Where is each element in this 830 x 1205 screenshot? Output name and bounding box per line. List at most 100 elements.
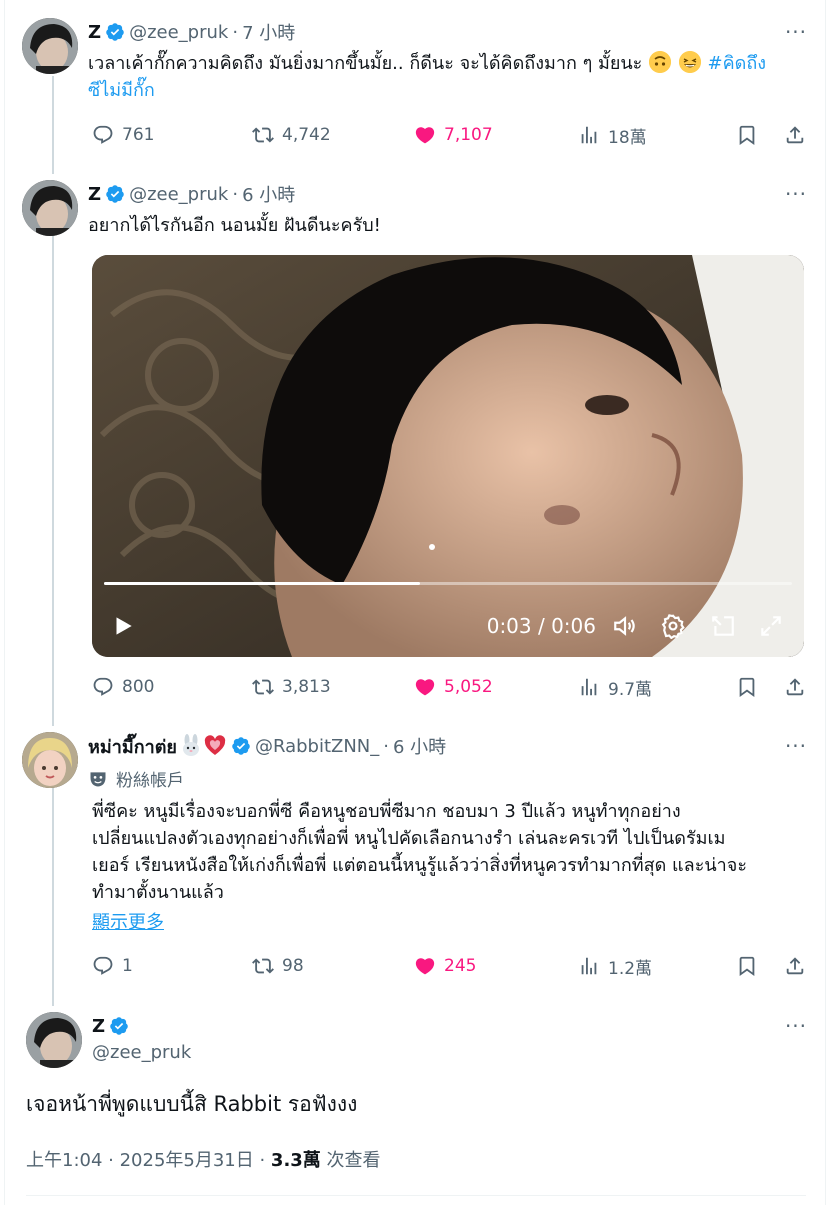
heart-icon <box>415 958 435 975</box>
heart-icon <box>415 127 435 144</box>
analytics-icon <box>581 126 597 144</box>
like-button[interactable]: 5,052 <box>414 676 493 698</box>
retweet-count: 4,742 <box>282 125 331 145</box>
volume-icon[interactable] <box>612 613 638 639</box>
show-more-link[interactable]: 顯示更多 <box>92 908 164 934</box>
analytics-icon <box>581 957 597 975</box>
timestamp[interactable]: 6 小時 <box>393 733 446 759</box>
display-name[interactable]: Z <box>88 184 101 205</box>
views-button[interactable]: 9.7萬 <box>578 675 652 700</box>
verified-badge-icon <box>232 737 250 755</box>
tweet-text-line: ทำมาตั้งนานแล้ว <box>92 882 224 903</box>
fan-account-badge: 粉絲帳戶 <box>88 766 184 791</box>
views-count: 9.7萬 <box>608 679 653 700</box>
verified-badge-icon <box>110 1017 128 1035</box>
tweet-text-line: เปลี่ยนแปลงตัวเองทุกอย่างก็เพื่อพี่ หนูไ… <box>92 828 726 849</box>
separator: · <box>383 735 389 757</box>
reply-count: 761 <box>122 125 155 145</box>
upside-down-face-icon <box>649 51 672 73</box>
bookmark-icon[interactable] <box>736 955 758 977</box>
views-button[interactable]: 1.2萬 <box>578 954 652 979</box>
more-icon[interactable]: ··· <box>784 734 808 758</box>
bookmark-icon[interactable] <box>736 676 758 698</box>
play-icon[interactable] <box>110 613 136 639</box>
divider <box>26 1195 806 1196</box>
separator: · <box>232 21 239 43</box>
hashtag-link[interactable]: ซีไม่มีกั๊ก <box>88 80 155 101</box>
display-name[interactable]: หม่ามี๊กาต่ย <box>88 732 177 761</box>
video-time: 0:03 / 0:06 <box>486 614 596 638</box>
like-button[interactable]: 245 <box>414 955 476 977</box>
avatar[interactable] <box>22 732 78 788</box>
analytics-icon <box>581 678 597 696</box>
hashtag-link[interactable]: #คิดถึง <box>708 53 767 74</box>
retweet-icon <box>252 679 274 695</box>
timestamp[interactable]: 7 小時 <box>242 19 295 45</box>
views-label: 次查看 <box>320 1150 381 1171</box>
tweet-actions: 1 98 245 1.2萬 <box>88 951 806 981</box>
reply-icon <box>93 125 113 144</box>
timestamp[interactable]: 上午1:04 · 2025年5月31日 · <box>26 1150 271 1171</box>
retweet-icon <box>252 127 274 143</box>
reply-icon <box>93 956 113 975</box>
avatar[interactable] <box>22 180 78 236</box>
like-count: 245 <box>444 956 477 976</box>
video-controls: 0:03 / 0:06 <box>92 595 804 657</box>
share-icon[interactable] <box>784 124 806 146</box>
views-button[interactable]: 18萬 <box>578 123 647 148</box>
views-count: 18萬 <box>608 127 647 148</box>
reply-button[interactable]: 761 <box>92 124 154 146</box>
pip-icon[interactable] <box>710 613 736 639</box>
reply-button[interactable]: 1 <box>92 955 133 977</box>
retweet-count: 3,813 <box>282 677 331 697</box>
verified-badge-icon <box>106 23 124 41</box>
retweet-icon <box>252 958 274 974</box>
tweet-text: พี่ซีคะ หนูมีเรื่องจะบอกพี่ซี คือหนูชอบพ… <box>92 798 804 906</box>
retweet-button[interactable]: 3,813 <box>252 676 331 698</box>
tweet-actions: 800 3,813 5,052 9.7萬 <box>88 672 806 702</box>
tweet-actions: 761 4,742 7,107 18萬 <box>88 120 806 150</box>
share-icon[interactable] <box>784 676 806 698</box>
retweet-button[interactable]: 4,742 <box>252 124 331 146</box>
like-count: 7,107 <box>444 125 493 145</box>
thread-line <box>52 788 54 1006</box>
handle[interactable]: @zee_pruk <box>129 22 228 43</box>
views-count: 3.3萬 <box>270 1150 321 1171</box>
more-icon[interactable]: ··· <box>784 20 808 44</box>
display-name[interactable]: Z <box>88 22 101 43</box>
retweet-button[interactable]: 98 <box>252 955 304 977</box>
like-button[interactable]: 7,107 <box>414 124 493 146</box>
share-icon[interactable] <box>784 955 806 977</box>
thread-line <box>52 76 54 174</box>
more-icon[interactable]: ··· <box>784 1014 808 1038</box>
video-player[interactable]: 0:03 / 0:06 <box>92 255 804 657</box>
tweet-metadata: 上午1:04 · 2025年5月31日 · 3.3萬 次查看 <box>26 1146 381 1172</box>
avatar[interactable] <box>22 18 78 74</box>
fullscreen-icon[interactable] <box>758 613 784 639</box>
bookmark-icon[interactable] <box>736 124 758 146</box>
tweet-text: เจอหน้าพี่พูดแบบนี้สิ Rabbit รอฟังงง <box>26 1092 358 1116</box>
tweet-text: อยากได้ไรกันอีก นอนมั้ย ฝันดีนะครับ! <box>88 215 381 236</box>
more-icon[interactable]: ··· <box>784 182 808 206</box>
tweet-text: เวลาเค้ากั๊กความคิดถึง มันยิ่งมากขึ้นมั้… <box>88 50 808 104</box>
mask-icon <box>90 771 106 786</box>
handle[interactable]: @zee_pruk <box>92 1042 191 1063</box>
handle[interactable]: @zee_pruk <box>129 184 228 205</box>
video-progress-bar[interactable] <box>104 582 792 585</box>
growing-heart-icon <box>203 734 227 758</box>
like-count: 5,052 <box>444 677 493 697</box>
verified-badge-icon <box>106 185 124 203</box>
timestamp[interactable]: 6 小時 <box>242 181 295 207</box>
reply-button[interactable]: 800 <box>92 676 154 698</box>
tweet-text-line: เยอร์ เรียนหนังสือให้เก่งก็เพื่อพี่ แต่ต… <box>92 855 747 876</box>
display-name[interactable]: Z <box>92 1016 105 1037</box>
avatar[interactable] <box>26 1012 82 1068</box>
video-progress-fill <box>104 582 421 585</box>
views-count: 1.2萬 <box>608 958 653 979</box>
rabbit-face-icon <box>179 734 203 758</box>
reply-count: 800 <box>122 677 155 697</box>
thread-line <box>52 236 54 726</box>
grinning-squinting-face-icon <box>678 51 701 73</box>
handle[interactable]: @RabbitZNN_ <box>255 736 379 757</box>
settings-icon[interactable] <box>660 613 686 639</box>
